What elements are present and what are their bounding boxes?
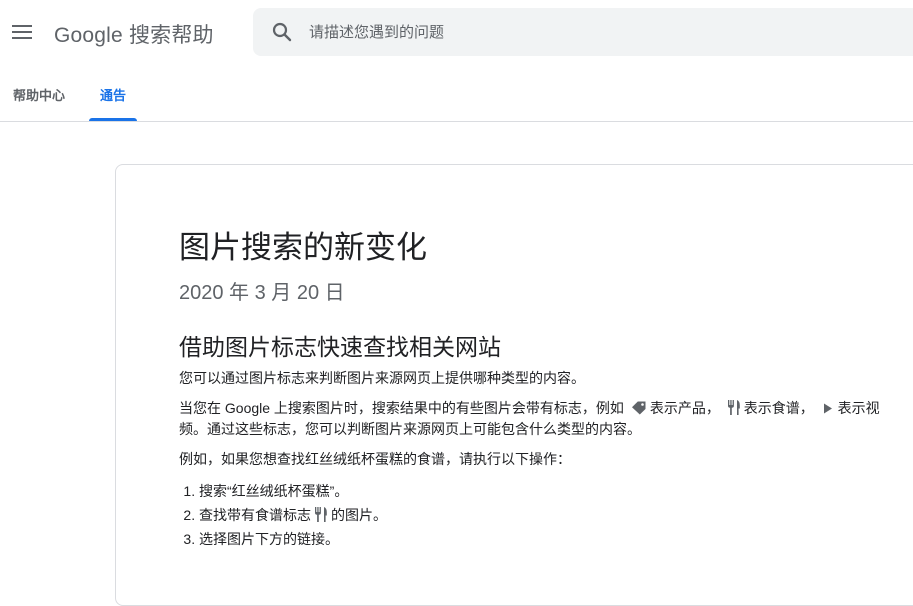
badges-text-1: 当您在 Google 上搜索图片时，搜索结果中的有些图片会带有标志，例如	[179, 400, 624, 416]
step-2-text-1: 查找带有食谱标志	[199, 507, 311, 523]
list-item: 搜索“红丝绒纸杯蛋糕”。	[199, 479, 894, 503]
section-heading: 借助图片标志快速查找相关网站	[179, 334, 501, 360]
intro-paragraph: 您可以通过图片标志来判断图片来源网页上提供哪种类型的内容。	[179, 370, 585, 386]
play-icon	[823, 403, 832, 414]
badges-paragraph: 当您在 Google 上搜索图片时，搜索结果中的有些图片会带有标志，例如 表示产…	[179, 398, 894, 440]
product-title[interactable]: Google 搜索帮助	[54, 19, 214, 49]
list-item: 查找带有食谱标志 的图片。	[199, 503, 894, 527]
tab-bar: 帮助中心 通告	[0, 64, 913, 122]
step-1-text: 搜索“红丝绒纸杯蛋糕”。	[199, 483, 349, 499]
fork-knife-icon	[727, 400, 740, 415]
tab-help-center[interactable]: 帮助中心	[13, 64, 71, 121]
step-3-text: 选择图片下方的链接。	[199, 531, 339, 547]
search-icon[interactable]	[270, 20, 294, 44]
badges-text-3: 表示食谱，	[743, 400, 814, 416]
example-intro-paragraph: 例如，如果您想查找红丝绒纸杯蛋糕的食谱，请执行以下操作：	[179, 451, 571, 467]
header: Google 搜索帮助	[0, 0, 913, 64]
steps-list: 搜索“红丝绒纸杯蛋糕”。 查找带有食谱标志 的图片。 选择图片下方的链接。	[179, 479, 894, 551]
search-input[interactable]	[309, 8, 869, 56]
article-date: 2020 年 3 月 20 日	[179, 282, 345, 304]
fork-knife-icon	[315, 507, 327, 522]
tab-announcements[interactable]: 通告	[89, 64, 137, 121]
step-2-text-2: 的图片。	[331, 507, 387, 523]
tag-icon	[631, 401, 646, 415]
article: 图片搜索的新变化 2020 年 3 月 20 日 借助图片标志快速查找相关网站 …	[179, 228, 894, 551]
article-title: 图片搜索的新变化	[179, 230, 427, 265]
list-item: 选择图片下方的链接。	[199, 527, 894, 551]
badges-text-2: 表示产品，	[649, 400, 720, 416]
search-box[interactable]	[253, 8, 913, 56]
main-menu-button[interactable]	[10, 20, 34, 44]
menu-icon	[12, 25, 32, 39]
